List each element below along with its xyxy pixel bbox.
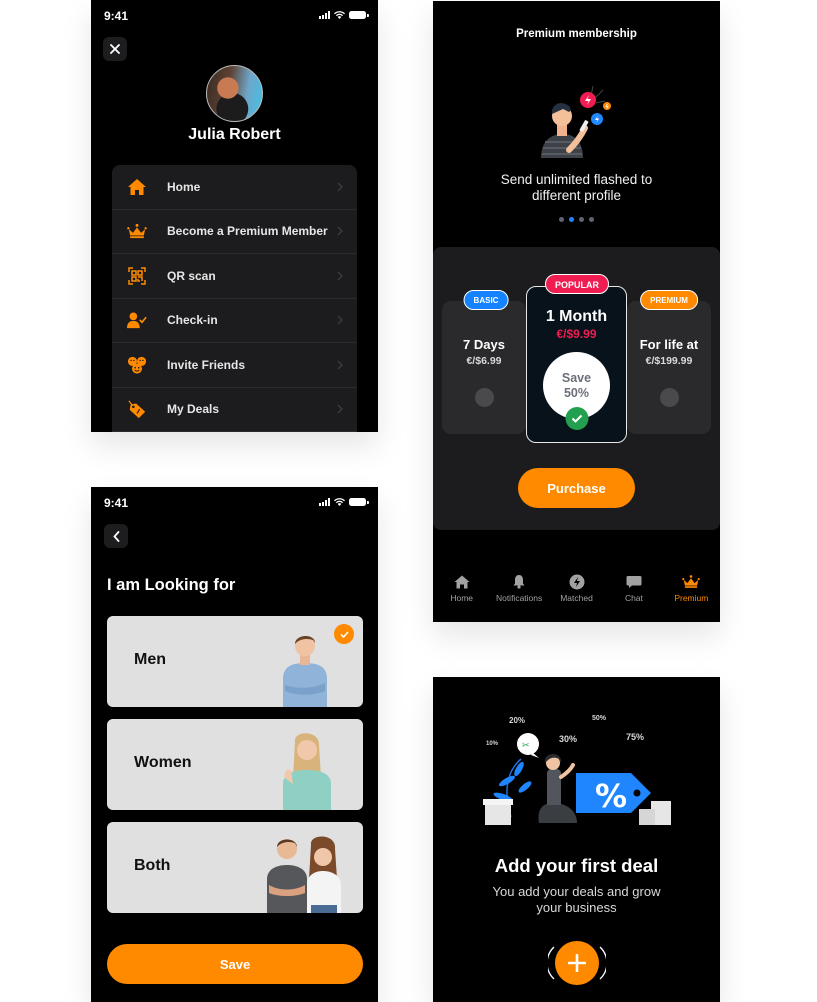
premium-membership-screen: Premium membership Send unlimited flashe… (433, 1, 720, 622)
svg-text:✂: ✂ (522, 741, 530, 751)
plan-name: For life at (639, 337, 699, 352)
plan-price: €/$9.99 (556, 327, 597, 341)
home-icon (127, 177, 147, 197)
add-deal-screen: 20% 50% 10% 30% 75% ✂ % Add your first d… (433, 677, 720, 1002)
carousel-dot[interactable] (579, 217, 584, 222)
page-title: Add your first deal (494, 855, 659, 876)
page-title: Premium membership (516, 28, 637, 40)
back-button[interactable] (104, 524, 128, 548)
status-time: 9:41 (104, 496, 129, 510)
plans-panel: BASIC POPULAR PREMIUM 7 Days €/$6.99 1 M… (433, 247, 720, 530)
plan-radio[interactable] (474, 388, 494, 407)
side-menu: Home Become a Premium Member QR scan Che… (112, 165, 357, 432)
side-menu-screen: 9:41 Julia Robert Home Become a Premium … (91, 0, 378, 432)
user-check-icon (127, 310, 147, 330)
chevron-right-icon (337, 360, 343, 370)
avatar[interactable] (206, 65, 263, 122)
looking-for-screen: 9:41 I am Looking for Men Women Both Sav… (91, 487, 378, 1002)
plan-price: €/$199.99 (645, 355, 693, 367)
chevron-right-icon (337, 182, 343, 192)
option-label: Men (134, 651, 166, 668)
save-badge: Save 50% (543, 352, 610, 430)
chevron-right-icon (337, 315, 343, 325)
plan-card-7-days[interactable]: 7 Days €/$6.99 (442, 301, 526, 434)
plan-badge-basic: BASIC (463, 290, 509, 310)
carousel-dot[interactable] (559, 217, 564, 222)
status-bar: 9:41 (91, 487, 378, 519)
plan-radio[interactable] (659, 388, 679, 407)
option-women[interactable]: Women (107, 719, 363, 810)
qr-code-icon (127, 266, 147, 286)
plan-card-1-month[interactable]: 1 Month €/$9.99 Save 50% (526, 286, 627, 443)
signal-icon (319, 11, 330, 19)
close-button[interactable] (103, 37, 127, 61)
couple-photo (267, 836, 341, 913)
crown-icon (682, 573, 701, 590)
plan-name: 7 Days (463, 337, 505, 352)
tab-chat[interactable]: Chat (605, 573, 662, 613)
close-icon (110, 44, 120, 54)
bell-icon (513, 573, 525, 590)
option-label: Both (134, 857, 171, 874)
carousel-caption: Send unlimited flashed to different prof… (500, 172, 653, 203)
carousel-dot[interactable] (589, 217, 594, 222)
plan-card-lifetime[interactable]: For life at €/$199.99 (627, 301, 711, 434)
crown-icon (127, 221, 147, 241)
save-button[interactable]: Save (107, 944, 363, 984)
menu-item-invite-friends[interactable]: Invite Friends (112, 343, 357, 388)
page-subtitle: You add your deals and grow your busines… (492, 884, 661, 915)
carousel-dots (433, 217, 720, 222)
plan-name: 1 Month (545, 308, 608, 325)
tab-matched[interactable]: Matched (548, 573, 605, 613)
menu-item-check-in[interactable]: Check-in (112, 299, 357, 343)
svg-text:%: % (595, 777, 627, 815)
chevron-right-icon (337, 226, 343, 236)
plus-icon (568, 954, 586, 972)
plan-badge-premium: PREMIUM (640, 290, 698, 310)
selected-check-icon (334, 624, 354, 644)
plan-price: €/$6.99 (466, 355, 502, 367)
chat-icon (626, 573, 642, 590)
woman-photo (283, 733, 331, 810)
man-photo (283, 635, 327, 707)
status-time: 9:41 (104, 9, 129, 23)
chevron-right-icon (337, 404, 343, 414)
add-deal-button[interactable] (548, 939, 606, 987)
selected-check-icon (565, 407, 588, 430)
carousel-dot-active[interactable] (569, 217, 574, 222)
battery-icon (349, 498, 369, 506)
purchase-button[interactable]: Purchase (518, 468, 635, 508)
deals-illustration: 20% 50% 10% 30% 75% ✂ % (481, 711, 673, 829)
plan-badge-popular: POPULAR (544, 274, 610, 294)
signal-icon (319, 498, 330, 506)
option-men[interactable]: Men (107, 616, 363, 707)
home-icon (454, 573, 470, 590)
menu-item-qr-scan[interactable]: QR scan (112, 254, 357, 299)
status-bar: 9:41 (91, 0, 378, 32)
menu-item-my-deals[interactable]: My Deals (112, 388, 357, 432)
wifi-icon (334, 498, 345, 506)
wifi-icon (334, 11, 345, 19)
friends-icon (127, 355, 147, 375)
tab-notifications[interactable]: Notifications (490, 573, 547, 613)
flash-icon (569, 573, 585, 590)
battery-icon (349, 11, 369, 19)
menu-item-home[interactable]: Home (112, 165, 357, 210)
option-label: Women (134, 754, 192, 771)
chevron-right-icon (337, 271, 343, 281)
back-icon (112, 530, 119, 542)
option-both[interactable]: Both (107, 822, 363, 913)
page-title: I am Looking for (107, 576, 236, 594)
tag-icon (127, 399, 147, 419)
man-with-flashes-illustration (541, 86, 611, 158)
bottom-tab-bar: Home Notifications Matched Chat Premium (433, 573, 720, 613)
profile-name: Julia Robert (188, 126, 281, 143)
tab-home[interactable]: Home (433, 573, 490, 613)
tab-premium[interactable]: Premium (663, 573, 720, 613)
menu-item-become-premium[interactable]: Become a Premium Member (112, 210, 357, 254)
